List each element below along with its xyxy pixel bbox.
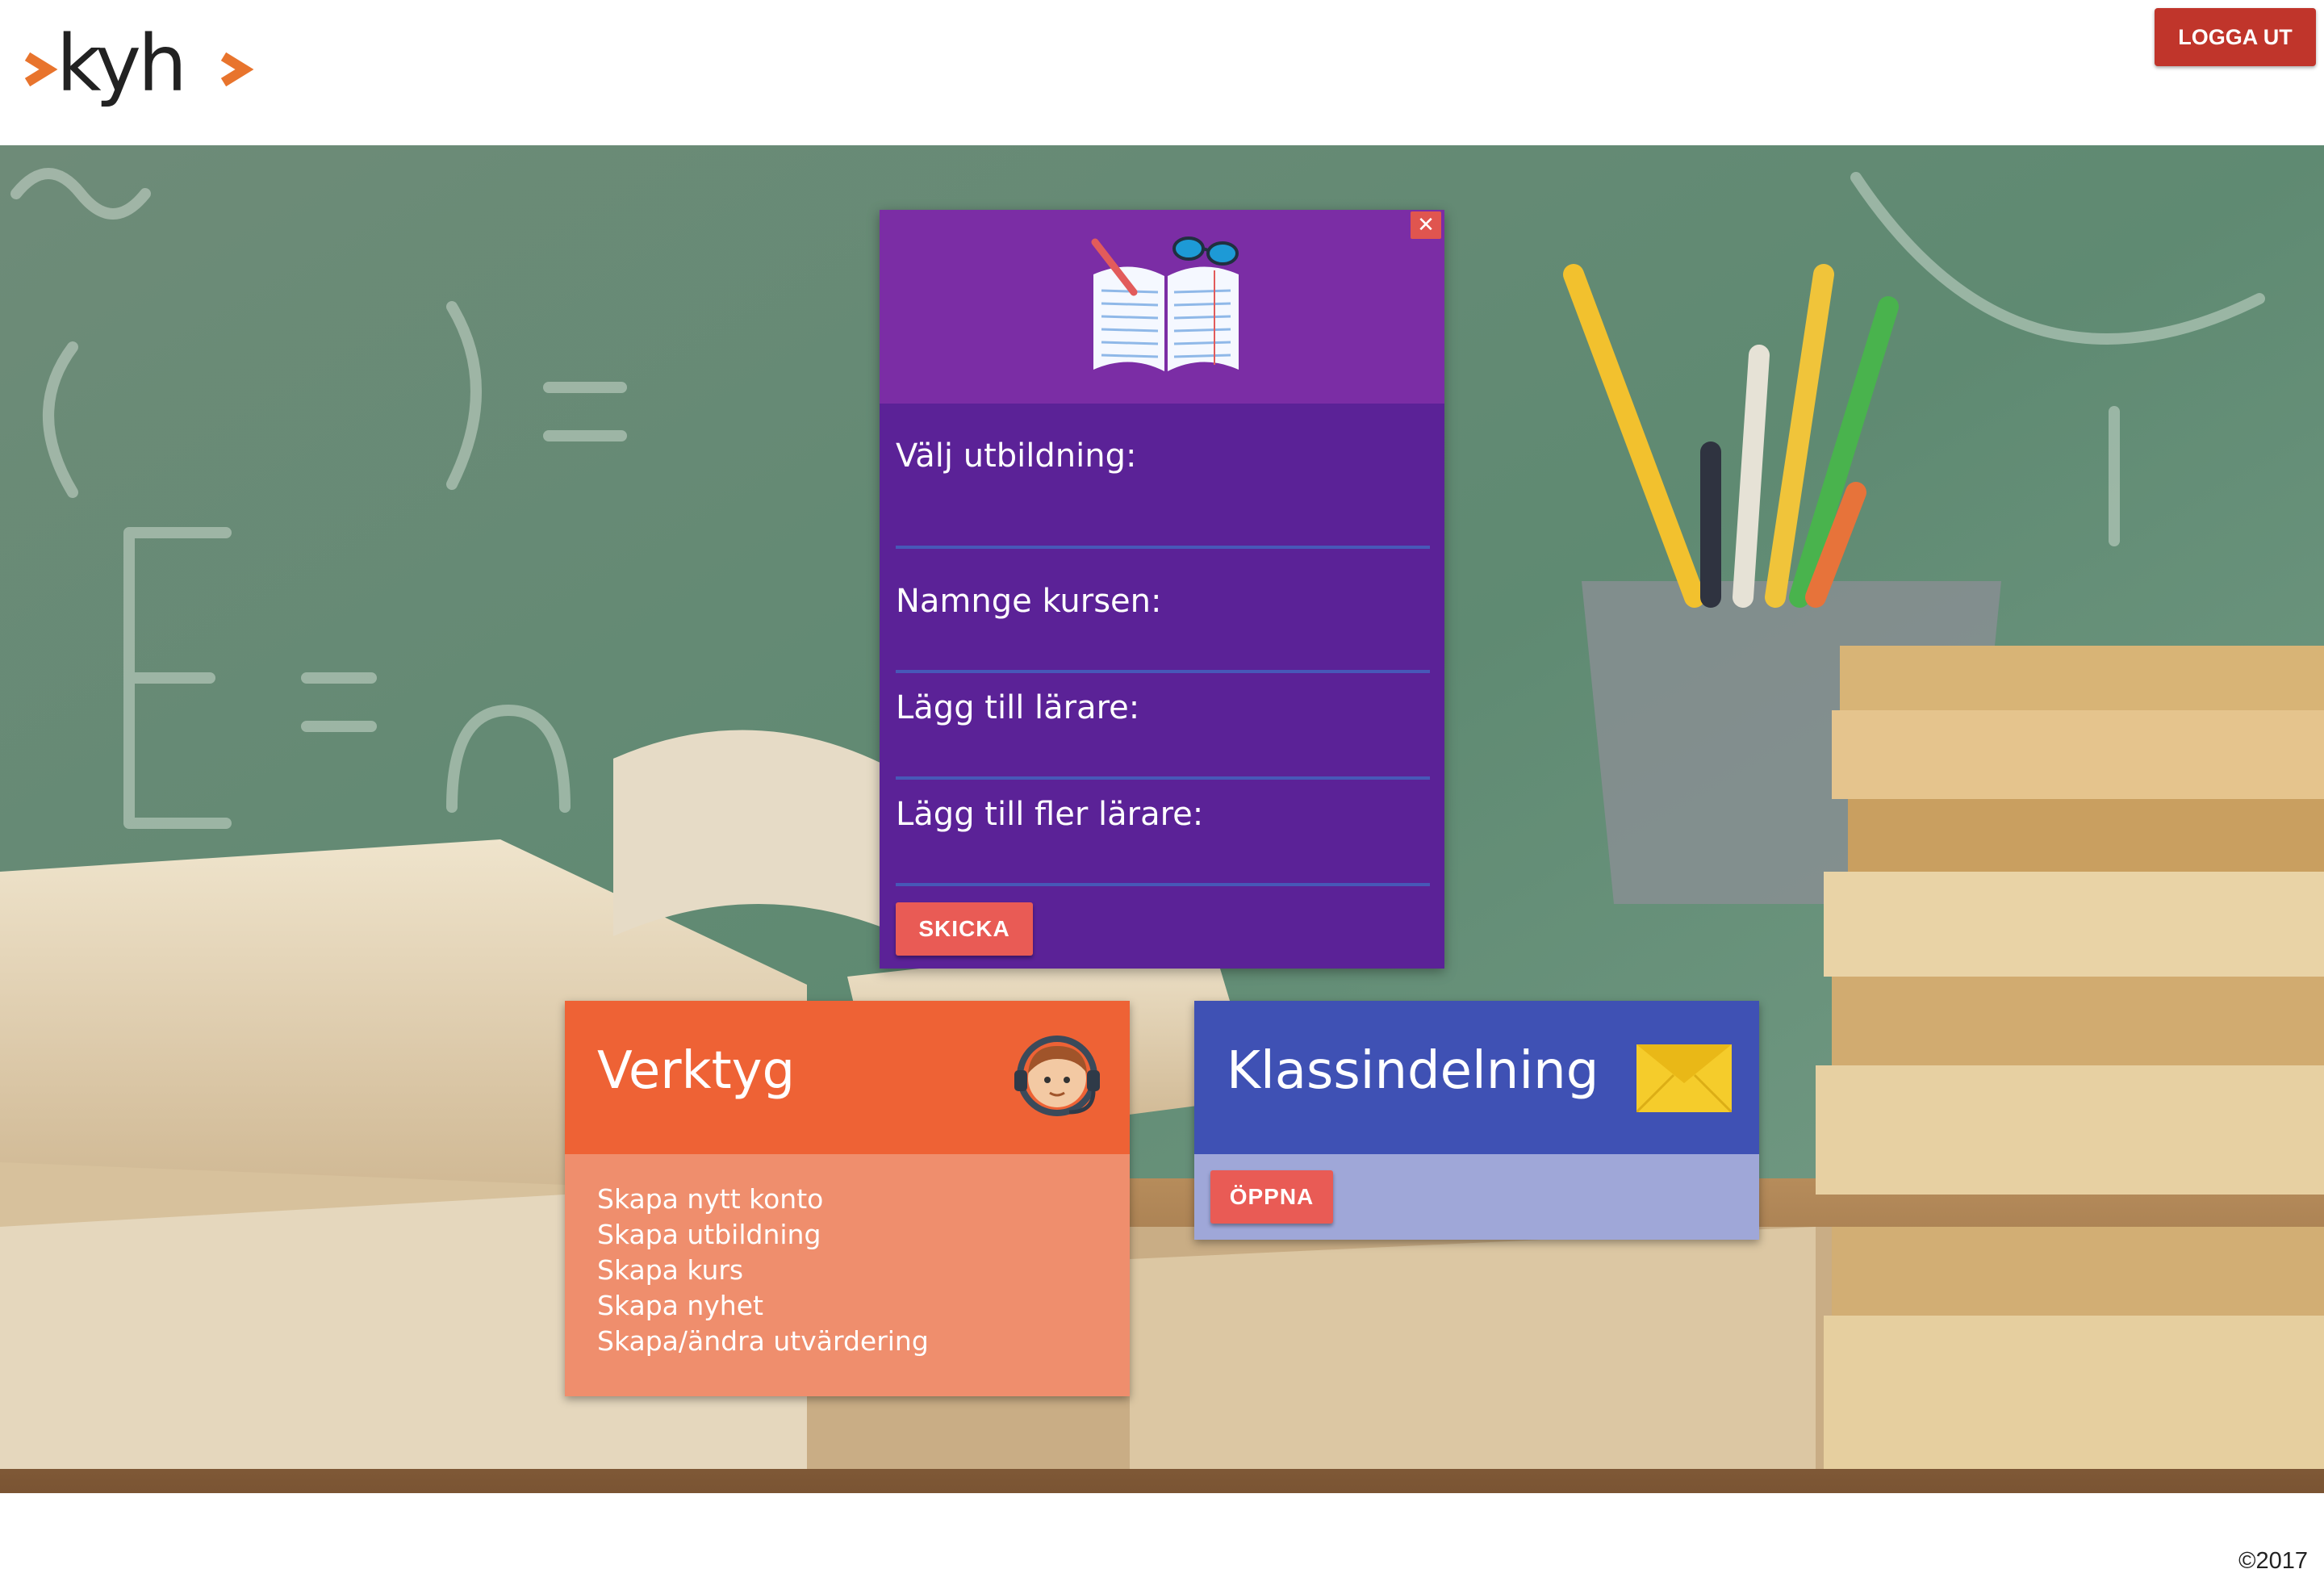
class-card-title: Klassindelning <box>1227 1041 1599 1101</box>
more-teachers-label: Lägg till fler lärare: <box>896 796 1204 833</box>
tools-link-create-education[interactable]: Skapa utbildning <box>597 1217 929 1253</box>
logout-button[interactable]: LOGGA UT <box>2155 8 2316 66</box>
kyh-logo[interactable]: kyh <box>24 23 266 119</box>
education-select-label: Välj utbildning: <box>896 437 1137 475</box>
envelope-icon <box>1636 1044 1732 1112</box>
tools-card-header: Verktyg <box>565 1001 1130 1154</box>
more-teachers-field[interactable]: Lägg till fler lärare: <box>896 796 1430 893</box>
course-name-label: Namnge kursen: <box>896 583 1162 620</box>
tools-card: Verktyg Skapa nytt konto Skapa utbildnin… <box>565 1001 1130 1396</box>
teacher-label: Lägg till lärare: <box>896 689 1140 726</box>
create-course-modal: ✕ Välj utbildning: Namnge kursen: Lägg t… <box>880 210 1444 969</box>
close-icon: ✕ <box>1417 213 1435 237</box>
top-header: kyh LOGGA UT <box>0 0 2324 145</box>
tools-card-title: Verktyg <box>597 1041 796 1101</box>
class-division-card: Klassindelning ÖPPNA <box>1194 1001 1759 1240</box>
copyright-text: ©2017 <box>2238 1548 2308 1574</box>
field-underline <box>896 670 1430 673</box>
tools-link-create-news[interactable]: Skapa nyhet <box>597 1288 929 1324</box>
class-card-header: Klassindelning <box>1194 1001 1759 1154</box>
field-underline <box>896 776 1430 780</box>
footer: ©2017 <box>0 1493 2324 1590</box>
education-select-field[interactable]: Välj utbildning: <box>896 437 1430 550</box>
logo-text: kyh <box>56 23 184 109</box>
tools-link-create-course[interactable]: Skapa kurs <box>597 1253 929 1288</box>
modal-header: ✕ <box>880 210 1444 404</box>
modal-close-button[interactable]: ✕ <box>1411 211 1441 239</box>
course-name-field[interactable]: Namnge kursen: <box>896 583 1430 680</box>
tools-list: Skapa nytt konto Skapa utbildning Skapa … <box>597 1182 929 1359</box>
headset-agent-icon <box>1014 1036 1100 1116</box>
tools-link-edit-evaluation[interactable]: Skapa/ändra utvärdering <box>597 1324 929 1359</box>
teacher-field[interactable]: Lägg till lärare: <box>896 689 1430 786</box>
field-underline <box>896 883 1430 886</box>
submit-button[interactable]: SKICKA <box>896 902 1033 956</box>
open-book-icon <box>1091 236 1239 371</box>
tools-link-create-account[interactable]: Skapa nytt konto <box>597 1182 929 1217</box>
field-underline <box>896 546 1430 549</box>
open-button[interactable]: ÖPPNA <box>1210 1170 1333 1224</box>
